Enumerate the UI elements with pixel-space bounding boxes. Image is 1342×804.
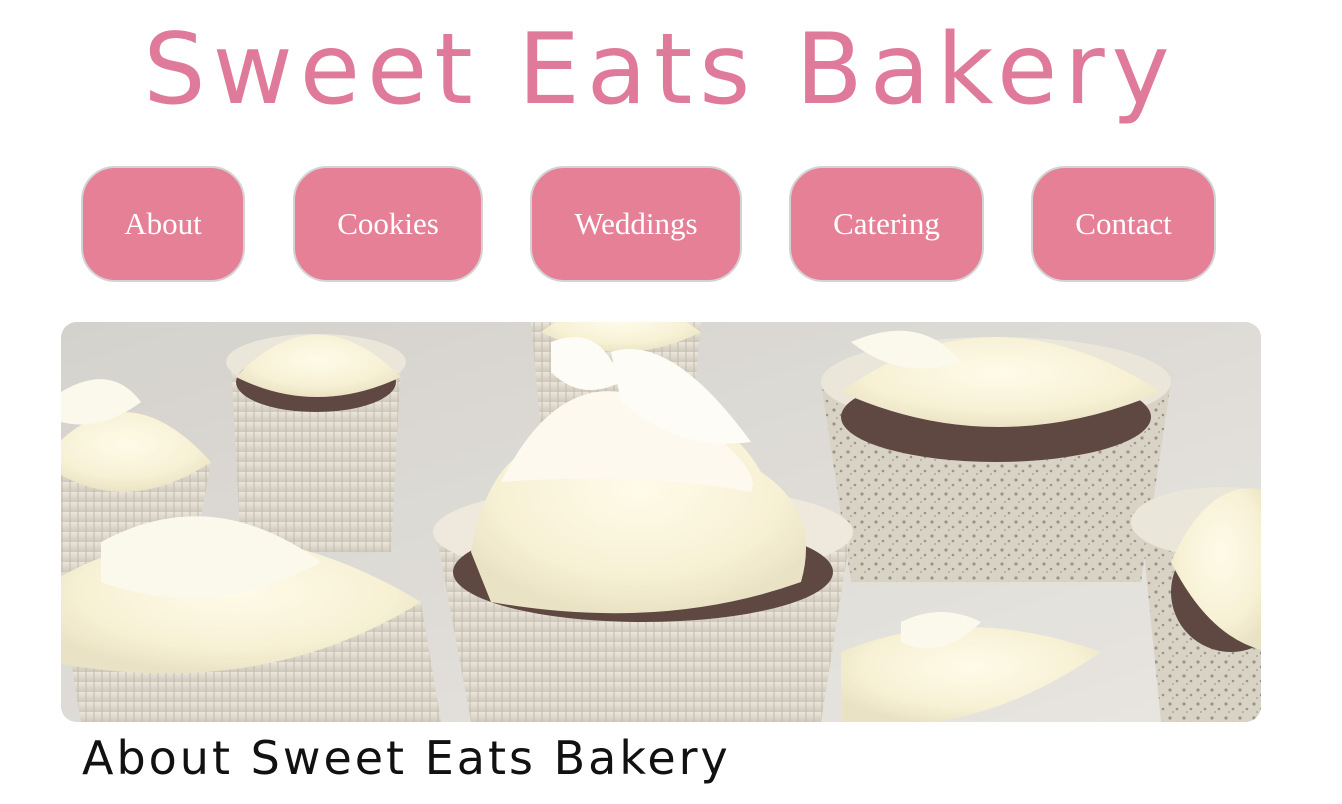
main-nav: About Cookies Weddings Catering Contact xyxy=(0,166,1342,282)
nav-cookies-button[interactable]: Cookies xyxy=(293,166,483,282)
nav-contact-button[interactable]: Contact xyxy=(1031,166,1216,282)
cupcakes-illustration xyxy=(61,322,1261,722)
hero-image xyxy=(61,322,1261,722)
nav-weddings-button[interactable]: Weddings xyxy=(530,166,742,282)
nav-catering-button[interactable]: Catering xyxy=(789,166,984,282)
about-section-heading: About Sweet Eats Bakery xyxy=(82,731,731,785)
nav-about-button[interactable]: About xyxy=(81,166,245,282)
site-title: Sweet Eats Bakery xyxy=(143,13,1177,127)
